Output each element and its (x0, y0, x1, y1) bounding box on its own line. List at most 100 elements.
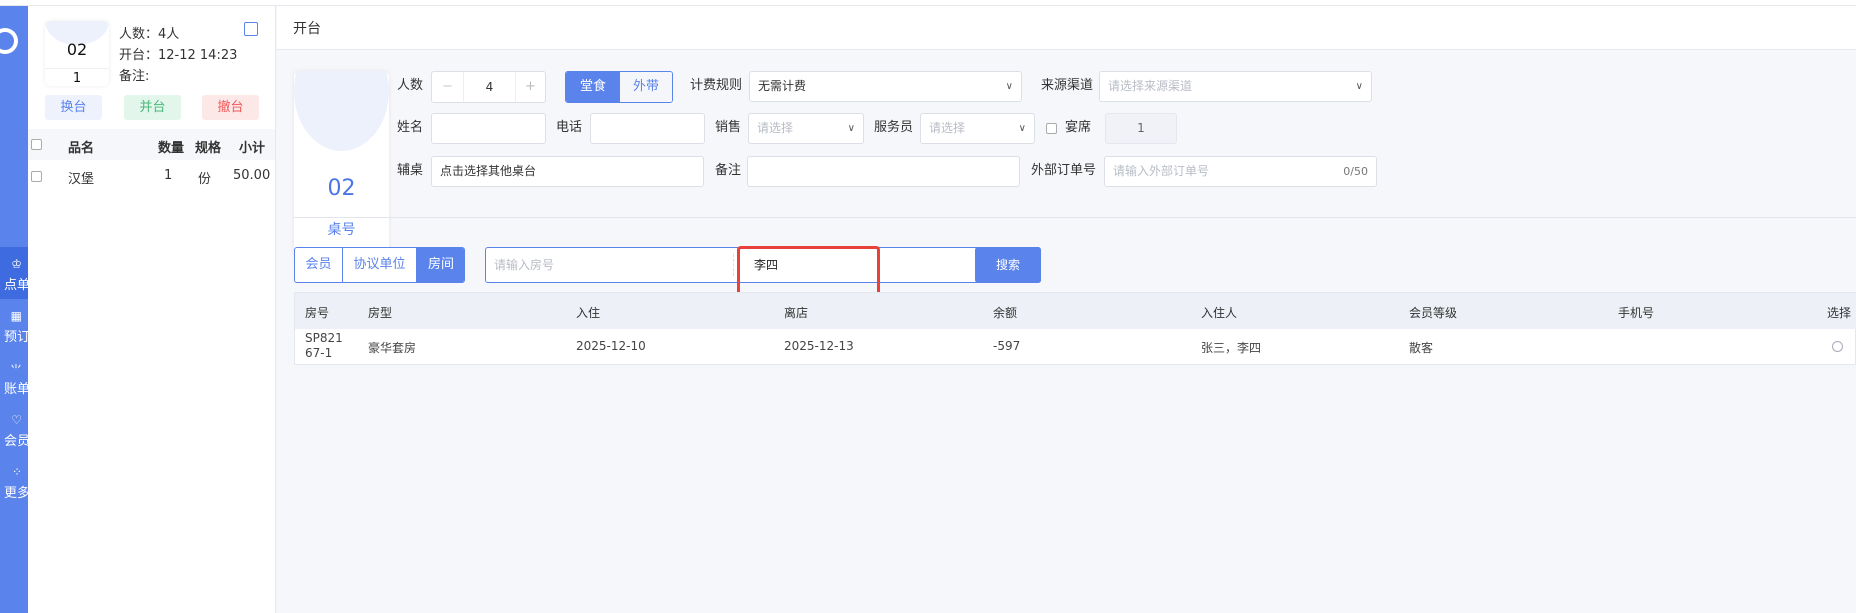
phone-label: 电话 (556, 120, 583, 135)
tab-room[interactable]: 房间 (416, 248, 464, 282)
chevron-down-icon: ∨ (1355, 81, 1363, 92)
search-type-tabs: 会员 协议单位 房间 (294, 247, 465, 283)
divider (294, 217, 1856, 218)
cell-type: 豪华套房 (368, 341, 417, 355)
takeaway-option[interactable]: 外带 (620, 72, 672, 102)
banquet-checkbox[interactable] (1046, 123, 1057, 134)
col-balance: 余额 (993, 306, 1018, 320)
col-level: 会员等级 (1409, 306, 1458, 320)
plus-button[interactable]: + (515, 72, 545, 102)
sidebar-item-reserve[interactable]: ▦ 预订 (0, 299, 28, 351)
col-phone: 手机号 (1618, 306, 1655, 320)
people-label: 人数 (397, 78, 424, 93)
table-number: 02 (66, 40, 88, 59)
room-number-input[interactable]: 请输入房号 (494, 248, 554, 282)
sidebar: ♔ 点单 ▦ 预订 ⺌账单 ♡ 会员 ⁘ 更多 (0, 6, 28, 613)
minus-button[interactable]: − (432, 72, 464, 102)
col-select: 选择 (1827, 306, 1852, 320)
col-unit: 规格 (195, 141, 222, 156)
external-order-input[interactable]: 请输入外部订单号 0/50 (1104, 156, 1377, 187)
input-divider (733, 254, 734, 276)
cell-balance: -597 (993, 339, 1021, 353)
source-placeholder: 请选择来源渠道 (1108, 79, 1193, 93)
room-placeholder: 请输入房号 (494, 258, 555, 272)
tab-member[interactable]: 会员 (295, 248, 343, 282)
dine-in-option[interactable]: 堂食 (566, 72, 620, 102)
calendar-icon: ▦ (10, 309, 22, 323)
remark-label: 备注 (715, 163, 742, 178)
search-button[interactable]: 搜索 (975, 247, 1041, 283)
people-stepper[interactable]: − 4 + (431, 71, 546, 103)
waiter-select[interactable]: 请选择 ∨ (920, 113, 1035, 144)
cell-guests: 张三，李四 (1201, 341, 1262, 355)
chevron-down-icon: ∨ (847, 123, 855, 134)
cell-checkin: 2025-12-10 (576, 339, 646, 353)
member-icon: ♡ (11, 413, 22, 427)
item-checkbox[interactable] (31, 171, 42, 182)
table-number-card: 02 桌号 (294, 71, 389, 259)
external-order-label: 外部订单号 (1031, 163, 1097, 178)
remark-input[interactable] (747, 156, 1020, 187)
sidebar-item-more[interactable]: ⁘ 更多 (0, 455, 28, 507)
billing-select[interactable]: 无需计费 ∨ (749, 71, 1022, 102)
highlight-box (737, 246, 880, 296)
seat-count: 1 (45, 68, 109, 86)
col-guests: 入住人 (1201, 306, 1238, 320)
waiter-label: 服务员 (874, 120, 914, 135)
dining-type-toggle: 堂食 外带 (565, 71, 673, 103)
tab-agreement-unit[interactable]: 协议单位 (343, 248, 416, 282)
banquet-label: 宴席 (1065, 120, 1092, 135)
logo-icon (0, 28, 18, 54)
chevron-down-icon: ∨ (1018, 123, 1026, 134)
select-radio[interactable] (1832, 341, 1843, 352)
order-panel: 02 1 人数：4人 开台：12-12 14:23 备注: 换台 并台 撤台 品… (28, 6, 276, 613)
aux-table-label: 辅桌 (397, 163, 424, 178)
table-header: 房号 房型 入住 离店 余额 入住人 会员等级 手机号 选择 (295, 293, 1856, 329)
chevron-down-icon: ∨ (1005, 81, 1013, 92)
billing-label: 计费规则 (690, 78, 743, 93)
cancel-table-button[interactable]: 撤台 (202, 95, 259, 120)
table-label: 桌号 (327, 222, 356, 238)
col-checkout: 离店 (784, 306, 809, 320)
sidebar-item-bill[interactable]: ⺌账单 (0, 351, 28, 403)
change-table-button[interactable]: 换台 (45, 95, 102, 120)
item-name: 汉堡 (68, 172, 95, 187)
sidebar-item-member[interactable]: ♡ 会员 (0, 403, 28, 455)
name-label: 姓名 (397, 120, 424, 135)
col-name: 品名 (68, 141, 95, 156)
page-header: 开台 (277, 6, 1856, 50)
col-room: 房号 (305, 306, 330, 320)
sales-select[interactable]: 请选择 ∨ (748, 113, 864, 144)
waiter-placeholder: 请选择 (929, 121, 966, 135)
chef-hat-icon: ♔ (11, 257, 22, 271)
order-table-header: 品名 数量 规格 小计 (28, 129, 275, 160)
source-label: 来源渠道 (1041, 78, 1094, 93)
grid-icon: ⁘ (11, 465, 22, 479)
edit-icon[interactable] (244, 22, 258, 36)
merge-table-button[interactable]: 并台 (124, 95, 181, 120)
people-value[interactable]: 4 (464, 72, 515, 102)
name-input[interactable] (431, 113, 546, 144)
billing-value: 无需计费 (758, 79, 807, 93)
source-select[interactable]: 请选择来源渠道 ∨ (1099, 71, 1372, 102)
bill-icon: ⺌ (9, 363, 22, 377)
cell-level: 散客 (1409, 341, 1434, 355)
table-row[interactable]: SP82167-1 豪华套房 2025-12-10 2025-12-13 -59… (295, 329, 1856, 365)
cell-room: SP82167-1 (305, 331, 343, 360)
people-info: 人数：4人 (119, 27, 180, 42)
sales-label: 销售 (715, 120, 742, 135)
table-card[interactable]: 02 1 (45, 21, 109, 86)
select-all-checkbox[interactable] (31, 139, 42, 150)
aux-table-input[interactable]: 点击选择其他桌台 (431, 156, 704, 187)
sidebar-item-order[interactable]: ♔ 点单 (0, 247, 28, 299)
external-order-placeholder: 请输入外部订单号 (1113, 164, 1210, 178)
order-item-row[interactable]: 汉堡 1 份 50.00 (28, 166, 275, 194)
phone-input[interactable] (590, 113, 705, 144)
cell-checkout: 2025-12-13 (784, 339, 854, 353)
char-counter: 0/50 (1343, 165, 1368, 178)
sales-placeholder: 请选择 (757, 121, 794, 135)
item-subtotal: 50.00 (233, 168, 271, 183)
item-unit: 份 (198, 172, 212, 187)
table-number: 02 (327, 176, 356, 201)
open-time: 开台：12-12 14:23 (119, 48, 238, 63)
